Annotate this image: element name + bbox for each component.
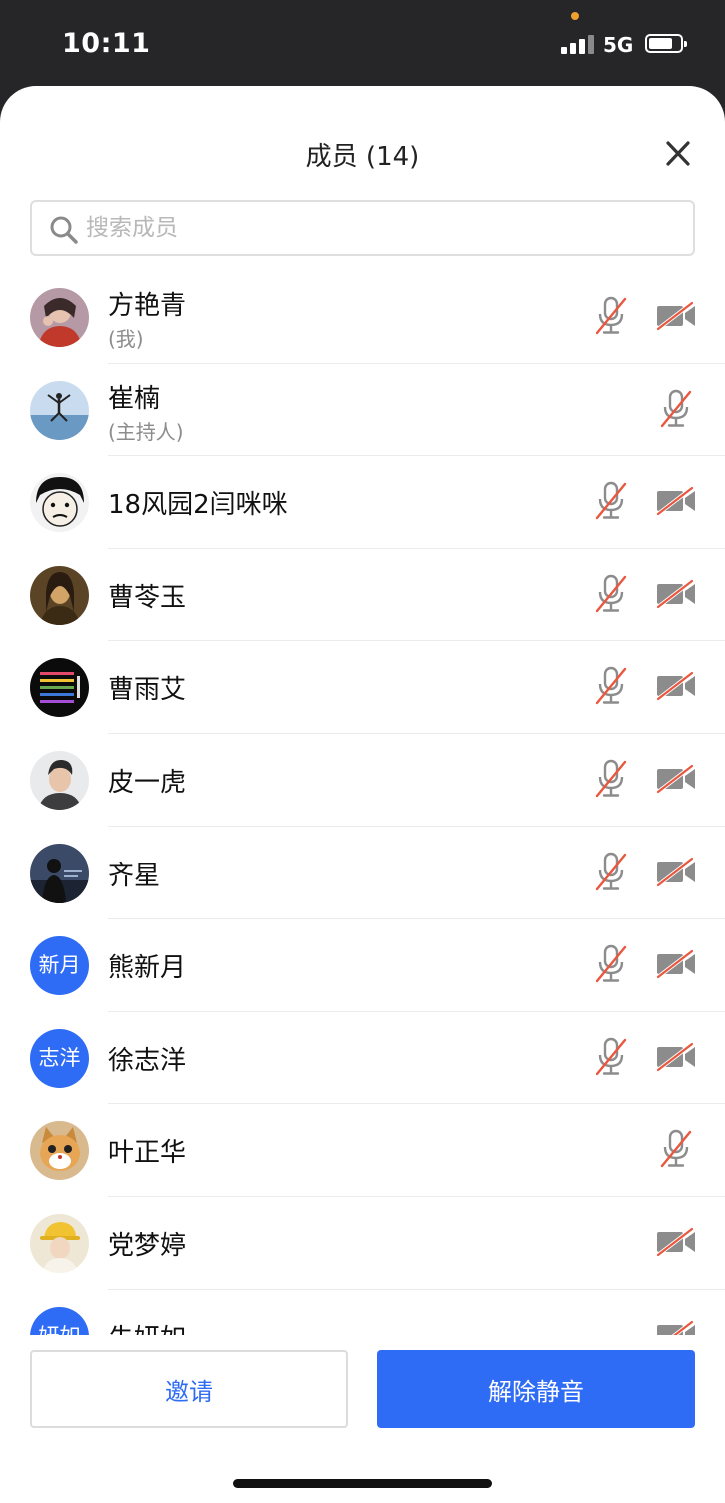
member-row[interactable]: 18风园2闫咪咪 [0,456,725,549]
member-row[interactable]: 齐星 [0,827,725,920]
member-name: 徐志洋 [108,1045,187,1076]
mic-muted-icon[interactable] [594,758,628,800]
member-name: 方艳青 [108,291,187,321]
member-row[interactable]: 党梦婷 [0,1197,725,1290]
close-icon [666,141,690,166]
mic-muted-icon[interactable] [594,665,628,707]
member-name: 齐星 [108,860,161,891]
avatar: 志洋 [30,1028,89,1088]
member-name: 党梦婷 [108,1230,187,1261]
home-indicator [233,1479,492,1488]
member-name: 18风园2闫咪咪 [108,490,288,521]
avatar [30,843,89,903]
camera-off-icon[interactable] [655,856,697,887]
camera-off-icon[interactable] [655,949,697,979]
member-role: (我) [108,327,144,351]
close-button[interactable] [656,134,700,174]
member-role: (主持人) [108,419,184,444]
member-name: 曹雨艾 [108,675,187,706]
member-row[interactable]: 叶正华 [0,1104,725,1197]
avatar: 妍如 [30,1306,89,1335]
avatar [30,288,89,347]
camera-off-icon[interactable] [655,579,697,609]
avatar [30,1213,89,1273]
mic-muted-icon[interactable] [594,295,628,337]
unmute-button[interactable]: 解除静音 [377,1350,695,1428]
avatar [30,750,89,810]
search-box[interactable] [30,200,695,256]
camera-off-icon[interactable] [655,671,697,701]
status-bar: 10:11 5G [0,0,725,86]
member-row[interactable]: 方艳青 (我) [0,271,725,364]
camera-off-icon[interactable] [655,1227,697,1257]
camera-off-icon[interactable] [655,764,697,794]
member-name: 皮一虎 [108,767,187,798]
member-name: 朱妍如 [108,1318,186,1335]
camera-off-icon[interactable] [655,486,697,516]
member-name: 叶正华 [108,1138,187,1169]
member-row[interactable]: 妍如 朱妍如 [0,1290,725,1335]
camera-off-icon[interactable] [655,301,697,331]
camera-off-icon[interactable] [655,1319,697,1335]
member-name: 崔楠 [108,383,161,414]
member-row[interactable]: 曹雨艾 [0,641,725,734]
member-row[interactable]: 新月 熊新月 [0,919,725,1012]
mic-muted-icon[interactable] [659,1128,693,1170]
mic-muted-icon[interactable] [659,388,693,430]
member-row[interactable]: 志洋 徐志洋 [0,1012,725,1105]
avatar [30,380,89,440]
privacy-indicator-dot [571,12,579,20]
battery-icon [645,34,687,53]
mic-muted-icon[interactable] [594,943,628,985]
footer: 邀请 解除静音 [0,1335,725,1503]
mic-muted-icon[interactable] [594,480,628,522]
sheet-title: 成员 (14) [305,142,420,172]
signal-strength-icon [561,34,595,54]
members-sheet: 成员 (14) 方艳青 (我) 崔楠 (主持人) 18风园2闫咪咪曹苓玉曹雨艾皮一虎齐星… [0,86,725,1503]
avatar [30,658,89,718]
member-list[interactable]: 方艳青 (我) 崔楠 (主持人) 18风园2闫咪咪 曹苓玉 曹雨艾 皮一虎 齐星 新月 熊新月 志洋徐… [0,271,725,1335]
mic-muted-icon[interactable] [594,573,628,615]
invite-button[interactable]: 邀请 [30,1350,348,1428]
search-input[interactable] [86,210,676,246]
network-type: 5G [603,33,634,57]
member-row[interactable]: 皮一虎 [0,734,725,827]
member-name: 熊新月 [108,953,187,984]
avatar [30,565,89,625]
avatar [30,1121,89,1181]
mic-muted-icon[interactable] [594,1036,628,1078]
member-row[interactable]: 曹苓玉 [0,549,725,642]
avatar [30,473,89,533]
member-row[interactable]: 崔楠 (主持人) [0,364,725,457]
camera-off-icon[interactable] [655,1042,697,1072]
mic-muted-icon[interactable] [594,851,628,893]
status-time: 10:11 [62,28,151,59]
search-icon [50,216,78,244]
avatar: 新月 [30,936,89,996]
member-name: 曹苓玉 [108,582,187,613]
